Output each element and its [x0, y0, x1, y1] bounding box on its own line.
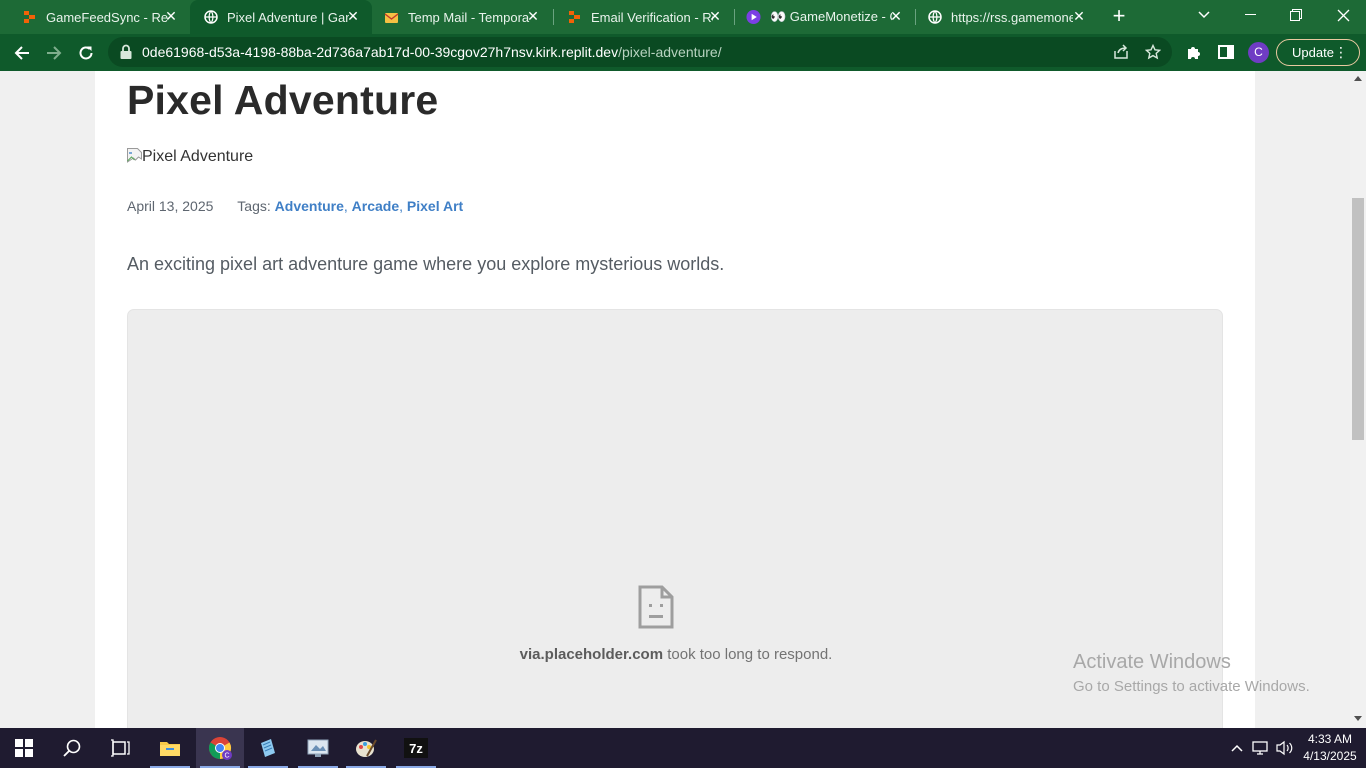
update-button[interactable]: Update ⋮ — [1276, 39, 1360, 66]
tab-title: Temp Mail - Temporar — [408, 9, 530, 25]
clock-time: 4:33 AM — [1307, 732, 1353, 746]
tag-link-pixel-art[interactable]: Pixel Art — [407, 198, 463, 214]
lock-icon[interactable] — [119, 44, 133, 60]
close-window-button[interactable] — [1320, 0, 1366, 30]
close-tab-icon[interactable]: ✕ — [889, 9, 903, 23]
new-tab-button[interactable]: + — [1108, 5, 1130, 27]
volume-icon[interactable] — [1274, 728, 1296, 768]
minimize-icon — [1244, 14, 1256, 15]
file-explorer-icon[interactable] — [146, 728, 194, 768]
mail-icon — [384, 10, 399, 25]
task-view-icon[interactable] — [96, 728, 144, 768]
update-label: Update — [1292, 45, 1334, 60]
close-tab-icon[interactable]: ✕ — [346, 9, 360, 23]
tab-title: Pixel Adventure | Gam — [227, 9, 349, 25]
tags-label: Tags: — [237, 198, 271, 214]
address-bar[interactable]: 0de61968-d53a-4198-88ba-2d736a7ab17d-00-… — [108, 37, 1172, 67]
minimize-button[interactable] — [1227, 0, 1273, 30]
embed-error-message: via.placeholder.com took too long to res… — [128, 646, 1224, 663]
watermark-title: Activate Windows — [1073, 651, 1231, 673]
tab-title: https://rss.gamemone — [951, 9, 1073, 25]
sad-page-icon — [638, 585, 674, 629]
close-tab-icon[interactable]: ✕ — [526, 9, 540, 23]
tab-title: Email Verification - Re — [591, 9, 713, 25]
url-path: /pixel-adventure/ — [618, 44, 722, 60]
replit-icon — [22, 10, 37, 25]
vertical-scrollbar[interactable] — [1350, 71, 1366, 728]
tab-search-button[interactable] — [1181, 0, 1227, 30]
post-date: April 13, 2025 — [127, 198, 214, 214]
share-icon[interactable] — [1112, 43, 1130, 61]
globe-icon — [927, 10, 942, 25]
close-tab-icon[interactable]: ✕ — [708, 9, 722, 23]
gamemonetize-icon — [746, 9, 761, 25]
extensions-puzzle-icon[interactable] — [1184, 42, 1204, 62]
tag-link-adventure[interactable]: Adventure — [275, 198, 344, 214]
tab-rss-gamemonetize[interactable]: https://rss.gamemone ✕ — [916, 0, 1098, 34]
forward-button[interactable] — [40, 39, 68, 67]
globe-icon — [203, 10, 218, 25]
tab-email-verification[interactable]: Email Verification - Re ✕ — [554, 0, 734, 34]
restore-button[interactable] — [1273, 0, 1319, 30]
search-icon[interactable] — [48, 728, 96, 768]
clock-date: 4/13/2025 — [1303, 749, 1357, 763]
chrome-icon[interactable]: C — [196, 728, 244, 768]
game-article: Pixel Adventure Pixel Adventure April 13… — [95, 71, 1255, 728]
profile-avatar[interactable]: C — [1248, 42, 1269, 63]
restore-icon — [1290, 9, 1302, 21]
game-thumbnail-broken-image: Pixel Adventure — [127, 148, 253, 166]
7zip-icon[interactable]: 7z — [392, 728, 440, 768]
page-title: Pixel Adventure — [127, 77, 439, 123]
screenshot-tool-icon[interactable] — [294, 728, 342, 768]
url-host: 0de61968-d53a-4198-88ba-2d736a7ab17d-00-… — [142, 44, 619, 60]
image-alt-text: Pixel Adventure — [142, 148, 254, 165]
tab-gamefeedsync[interactable]: GameFeedSync - Repli ✕ — [0, 0, 190, 34]
replit-icon — [567, 10, 582, 25]
bookmark-star-icon[interactable] — [1144, 43, 1162, 61]
chevron-down-icon — [1198, 11, 1210, 19]
tab-temp-mail[interactable]: Temp Mail - Temporar ✕ — [372, 0, 552, 34]
game-embed-frame[interactable]: via.placeholder.com took too long to res… — [127, 309, 1223, 728]
windows-taskbar: C 7z 4:33 AM 4/13/2025 — [0, 728, 1366, 768]
reload-icon — [79, 46, 93, 60]
close-tab-icon[interactable]: ✕ — [164, 9, 178, 23]
notepad-icon[interactable] — [244, 728, 292, 768]
svg-text:C: C — [224, 753, 229, 760]
tab-title: 👀 GameMonetize - G — [770, 9, 892, 24]
error-text: took too long to respond. — [663, 646, 833, 663]
scroll-up-arrow-icon[interactable] — [1354, 75, 1362, 81]
svg-text:7z: 7z — [409, 741, 423, 756]
windows-start-icon[interactable] — [0, 728, 48, 768]
browser-toolbar: 0de61968-d53a-4198-88ba-2d736a7ab17d-00-… — [0, 34, 1366, 71]
page-viewport: Pixel Adventure Pixel Adventure April 13… — [0, 71, 1350, 728]
arrow-left-icon — [14, 46, 29, 60]
tab-strip: GameFeedSync - Repli ✕ Pixel Adventure |… — [0, 0, 1366, 34]
close-tab-icon[interactable]: ✕ — [1072, 9, 1086, 23]
network-icon[interactable] — [1250, 728, 1272, 768]
reload-button[interactable] — [72, 39, 100, 67]
close-icon — [1337, 9, 1349, 21]
error-host: via.placeholder.com — [519, 646, 664, 663]
scroll-down-arrow-icon[interactable] — [1354, 716, 1362, 722]
post-meta: April 13, 2025 Tags: Adventure, Arcade, … — [127, 198, 464, 214]
broken-image-icon — [127, 148, 142, 163]
arrow-right-icon — [47, 46, 62, 60]
tab-title: GameFeedSync - Repli — [46, 9, 168, 25]
watermark-subtitle: Go to Settings to activate Windows. — [1073, 678, 1310, 695]
url-text[interactable]: 0de61968-d53a-4198-88ba-2d736a7ab17d-00-… — [142, 44, 722, 60]
paint-icon[interactable] — [342, 728, 390, 768]
side-panel-icon[interactable] — [1216, 42, 1236, 62]
tab-gamemonetize[interactable]: 👀 GameMonetize - G ✕ — [735, 0, 915, 34]
activate-windows-watermark: Activate Windows Go to Settings to activ… — [1073, 651, 1310, 695]
tag-link-arcade[interactable]: Arcade — [352, 198, 399, 214]
system-clock[interactable]: 4:33 AM 4/13/2025 — [1300, 731, 1360, 765]
back-button[interactable] — [8, 39, 36, 67]
more-menu-icon[interactable]: ⋮ — [1334, 45, 1348, 59]
show-hidden-icons-chevron-icon[interactable] — [1228, 728, 1246, 768]
game-description: An exciting pixel art adventure game whe… — [127, 254, 725, 274]
tab-pixel-adventure[interactable]: Pixel Adventure | Gam ✕ — [190, 0, 372, 34]
scrollbar-thumb[interactable] — [1352, 198, 1364, 440]
